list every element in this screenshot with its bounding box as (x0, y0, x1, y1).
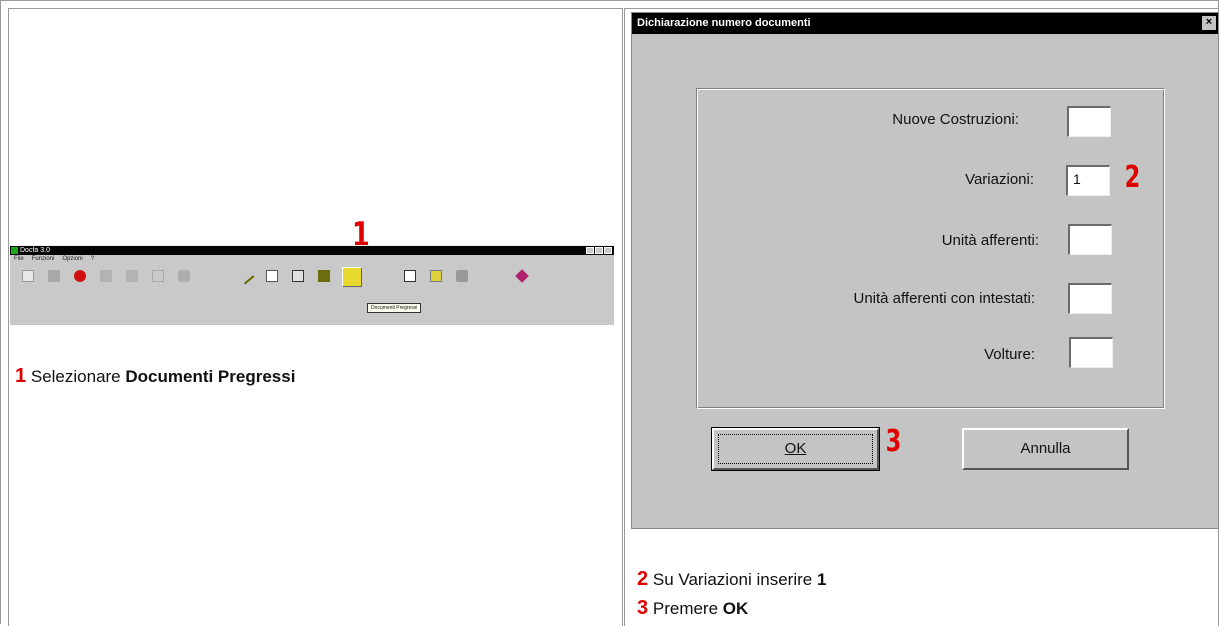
cancel-button[interactable]: Annulla (962, 428, 1129, 470)
step-1-instruction: 1 Selezionare Documenti Pregressi (15, 365, 295, 388)
docfa-title: Docfa 3.0 (20, 247, 50, 254)
step-3-prefix: Premere (652, 599, 719, 618)
close-icon[interactable] (604, 247, 612, 254)
copy-icon[interactable] (152, 270, 164, 282)
instructions-notes: 2 Su Variazioni inserire 1 3 Premere OK (637, 565, 826, 623)
step-3-number: 3 (637, 597, 649, 619)
dialog-titlebar: Dichiarazione numero documenti × (632, 13, 1218, 34)
list-icon[interactable] (318, 270, 330, 282)
step-3-marker: 3 (885, 424, 902, 459)
ok-button[interactable]: OK (711, 427, 880, 471)
maximize-icon[interactable] (595, 247, 603, 254)
grid-icon[interactable] (266, 270, 278, 282)
step-3-target: OK (722, 599, 749, 618)
label-unita-afferenti: Unità afferenti: (941, 232, 1039, 249)
note-icon[interactable] (430, 270, 442, 282)
new-document-icon[interactable] (22, 270, 34, 282)
label-variazioni: Variazioni: (965, 171, 1034, 188)
unita-afferenti-input[interactable] (1068, 224, 1112, 255)
help-book-icon[interactable] (515, 269, 529, 283)
label-unita-afferenti-intestati: Unità afferenti con intestati: (853, 290, 1036, 307)
cancel-label: Annulla (1020, 440, 1071, 457)
step-2-marker: 2 (1124, 160, 1141, 195)
window-controls (586, 247, 612, 254)
variazioni-input[interactable]: 1 (1066, 165, 1110, 196)
menu-help[interactable]: ? (91, 255, 94, 264)
printer-icon[interactable] (456, 270, 468, 282)
app-icon (11, 247, 18, 254)
export-icon[interactable] (100, 270, 112, 282)
step-2-number: 2 (637, 568, 649, 590)
open-folder-icon[interactable] (48, 270, 60, 282)
docfa-titlebar: Docfa 3.0 (10, 246, 614, 255)
print-icon[interactable] (178, 270, 190, 282)
step-2-instruction: 2 Su Variazioni inserire 1 (637, 565, 826, 594)
window-icon[interactable] (292, 270, 304, 282)
step-2-prefix: Su Variazioni inserire (652, 570, 813, 589)
step-1-number: 1 (15, 365, 27, 387)
minimize-icon[interactable] (586, 247, 594, 254)
step-1-target: Documenti Pregressi (125, 367, 296, 386)
report-icon[interactable] (404, 270, 416, 282)
volture-input[interactable] (1069, 337, 1113, 368)
menu-opzioni[interactable]: Opzioni (62, 255, 82, 264)
unita-afferenti-intestati-input[interactable] (1068, 283, 1112, 314)
docfa-toolbar-screenshot: Docfa 3.0 File Funzioni Opzioni ? Docume… (10, 245, 614, 325)
menu-funzioni[interactable]: Funzioni (32, 255, 55, 264)
menu-file[interactable]: File (14, 255, 24, 264)
close-icon[interactable]: × (1202, 16, 1216, 30)
nuove-costruzioni-input[interactable] (1067, 106, 1111, 137)
documenti-pregressi-icon[interactable] (342, 267, 362, 287)
step-2-value: 1 (816, 570, 827, 589)
label-volture: Volture: (984, 346, 1035, 363)
tooltip: Documenti Pregressi (367, 303, 422, 313)
docfa-toolbar (10, 264, 614, 294)
edit-pencil-icon[interactable] (237, 267, 255, 285)
step-1-prefix: Selezionare (30, 367, 121, 386)
step-3-instruction: 3 Premere OK (637, 594, 826, 623)
docfa-menubar: File Funzioni Opzioni ? (10, 255, 614, 264)
stop-icon[interactable] (74, 270, 86, 282)
dialog-title: Dichiarazione numero documenti (637, 17, 811, 29)
label-nuove-costruzioni: Nuove Costruzioni: (892, 111, 1019, 128)
import-icon[interactable] (126, 270, 138, 282)
focus-rect (718, 434, 873, 464)
